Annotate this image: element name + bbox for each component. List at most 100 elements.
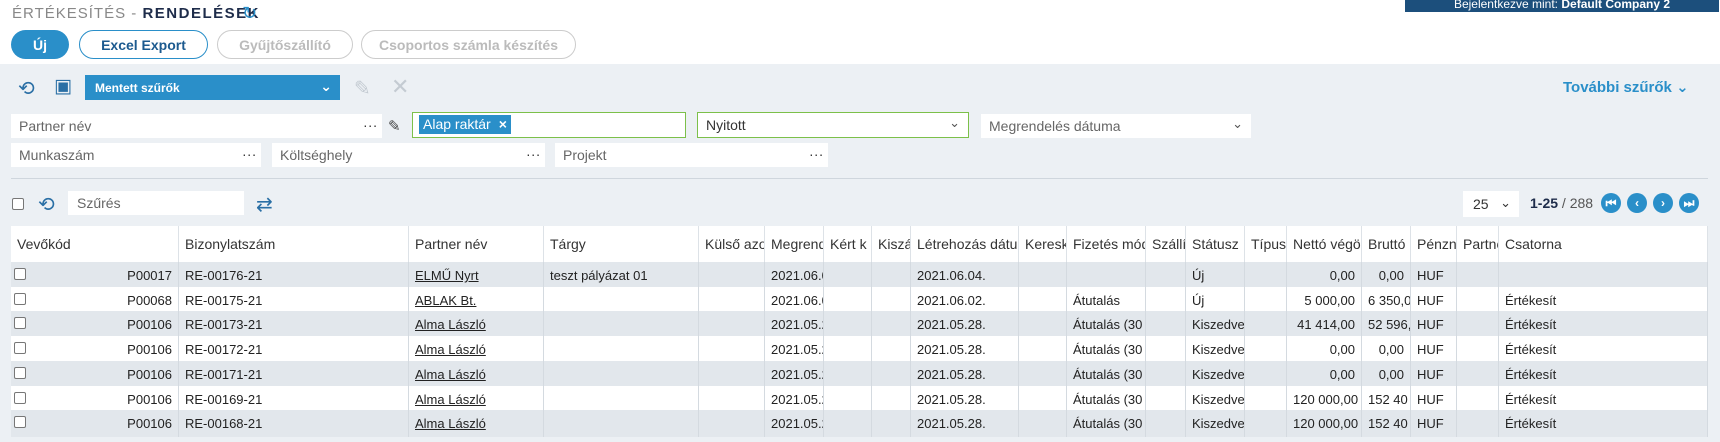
column-header[interactable]: Fizetés mód (1067, 226, 1146, 262)
table-cell (824, 286, 872, 314)
table-cell (1146, 410, 1186, 438)
table-cell: 2021.05.2 (765, 385, 824, 413)
table-cell: 2021.05.2 (765, 311, 824, 339)
remove-tag-icon[interactable]: × (499, 116, 507, 132)
column-header[interactable]: Partne (1457, 226, 1499, 262)
table-cell[interactable]: Alma László (409, 360, 544, 388)
reset-filter-icon[interactable]: ⟲ (18, 76, 35, 101)
more-dots-icon[interactable]: ... (526, 143, 541, 159)
project-input[interactable]: Projekt ... (555, 143, 828, 167)
table-cell[interactable]: ELMŰ Nyrt (409, 262, 544, 289)
table-cell: P00106 (11, 336, 179, 364)
gyujtoszallito-button[interactable]: Gyűjtőszállító (217, 30, 353, 59)
status-select[interactable]: Nyitott ⌄ (697, 112, 969, 138)
table-cell: HUF (1411, 336, 1457, 364)
column-header[interactable]: Tárgy (544, 226, 699, 262)
csoportos-szamla-button[interactable]: Csoportos számla készítés (361, 30, 576, 59)
work-number-input[interactable]: Munkaszám ... (11, 143, 261, 167)
cost-center-input[interactable]: Költséghely ... (272, 143, 545, 167)
edit-icon[interactable]: ✎ (388, 117, 401, 135)
more-dots-icon[interactable]: ... (242, 143, 257, 159)
table-cell (872, 311, 911, 339)
column-header[interactable]: Külső azono (699, 226, 765, 262)
column-header[interactable]: Nettó végös (1287, 226, 1362, 262)
close-icon[interactable]: ✕ (391, 74, 409, 100)
warehouse-select[interactable]: Alap raktár × (412, 112, 686, 138)
table-cell (824, 385, 872, 413)
partner-link[interactable]: Alma László (415, 392, 486, 407)
table-cell (544, 360, 699, 388)
column-header[interactable]: Pénzn (1411, 226, 1457, 262)
excel-export-button[interactable]: Excel Export (79, 30, 208, 59)
first-page-icon[interactable]: ⏮ (1601, 193, 1621, 213)
column-header[interactable]: Keresk (1019, 226, 1067, 262)
table-cell: HUF (1411, 385, 1457, 413)
chevron-down-icon: ⌄ (1500, 195, 1511, 210)
table-cell: 5 000,00 (1287, 286, 1362, 314)
more-filters-toggle[interactable]: További szűrők ⌄ (1563, 78, 1689, 96)
column-header[interactable]: Csatorna (1499, 226, 1708, 262)
partner-link[interactable]: ELMŰ Nyrt (415, 268, 479, 283)
column-header[interactable]: Partner név (409, 226, 544, 262)
table-cell (1499, 262, 1708, 289)
table-cell (1245, 311, 1287, 339)
more-dots-icon[interactable]: ... (809, 143, 824, 159)
table-cell (1457, 262, 1499, 289)
pencil-icon[interactable]: ✎ (354, 76, 371, 101)
search-input[interactable]: Szűrés (68, 191, 244, 215)
table-cell[interactable]: ABLAK Bt. (409, 286, 544, 314)
table-row[interactable]: P00106 RE-00173-21 Alma László 2021.05.2 202… (11, 311, 1708, 339)
column-header[interactable]: Kiszáll (872, 226, 911, 262)
table-cell (1245, 262, 1287, 289)
table-cell: RE-00168-21 (179, 410, 409, 438)
table-row[interactable]: P00106 RE-00169-21 Alma László 2021.05.2 202… (11, 385, 1708, 413)
column-header[interactable]: Bruttó (1362, 226, 1411, 262)
table-cell: Értékesít (1499, 336, 1708, 364)
page-size-select[interactable]: 25 ⌄ (1463, 191, 1519, 217)
refresh-icon[interactable]: ↻ (242, 3, 257, 24)
column-header[interactable]: Kért k (824, 226, 872, 262)
table-row[interactable]: P00017 RE-00176-21 ELMŰ Nyrt teszt pályázat… (11, 262, 1708, 289)
table-cell (872, 262, 911, 289)
column-header[interactable]: Típus (1245, 226, 1287, 262)
column-header[interactable]: Bizonylatszám (179, 226, 409, 262)
table-cell: 2021.05.28. (911, 410, 1019, 438)
prev-page-icon[interactable]: ‹ (1627, 193, 1647, 213)
table-row[interactable]: P00106 RE-00172-21 Alma László 2021.05.2 202… (11, 336, 1708, 364)
column-header[interactable]: Szállít (1146, 226, 1186, 262)
table-cell[interactable]: Alma László (409, 410, 544, 438)
last-page-icon[interactable]: ⏭ (1679, 193, 1699, 213)
saved-filters-select[interactable]: Mentett szűrők ⌄ (85, 75, 340, 100)
more-dots-icon[interactable]: ... (363, 114, 378, 130)
table-cell[interactable]: Alma László (409, 385, 544, 413)
save-icon[interactable]: ▣ (54, 75, 72, 98)
table-cell[interactable]: Alma László (409, 336, 544, 364)
partner-link[interactable]: Alma László (415, 317, 486, 332)
partner-link[interactable]: Alma László (415, 367, 486, 382)
table-cell: P00068 (11, 286, 179, 314)
column-swap-icon[interactable]: ⇄ (256, 192, 273, 217)
table-cell: RE-00171-21 (179, 360, 409, 388)
new-button[interactable]: Új (11, 30, 69, 59)
partner-link[interactable]: Alma László (415, 342, 486, 357)
partner-name-input[interactable]: Partner név ... (11, 114, 382, 138)
table-cell[interactable]: Alma László (409, 311, 544, 339)
select-all-checkbox[interactable] (12, 198, 24, 210)
table-cell: P00106 (11, 311, 179, 339)
table-cell (824, 262, 872, 289)
table-row[interactable]: P00106 RE-00168-21 Alma László 2021.05.2 202… (11, 410, 1708, 438)
partner-link[interactable]: Alma László (415, 416, 486, 431)
column-header[interactable]: Státusz (1186, 226, 1245, 262)
column-header[interactable]: Megrend (765, 226, 824, 262)
column-header[interactable]: Vevőkód (11, 226, 179, 262)
table-cell (1245, 336, 1287, 364)
reload-icon[interactable]: ⟲ (38, 192, 55, 217)
column-header[interactable]: Létrehozás dátum (911, 226, 1019, 262)
table-cell (699, 336, 765, 364)
partner-link[interactable]: ABLAK Bt. (415, 293, 476, 308)
table-cell: Értékesít (1499, 311, 1708, 339)
order-date-select[interactable]: Megrendelés dátuma ⌄ (981, 114, 1251, 138)
next-page-icon[interactable]: › (1653, 193, 1673, 213)
table-row[interactable]: P00106 RE-00171-21 Alma László 2021.05.2 202… (11, 360, 1708, 388)
table-row[interactable]: P00068 RE-00175-21 ABLAK Bt. 2021.06.0 2021.… (11, 286, 1708, 314)
